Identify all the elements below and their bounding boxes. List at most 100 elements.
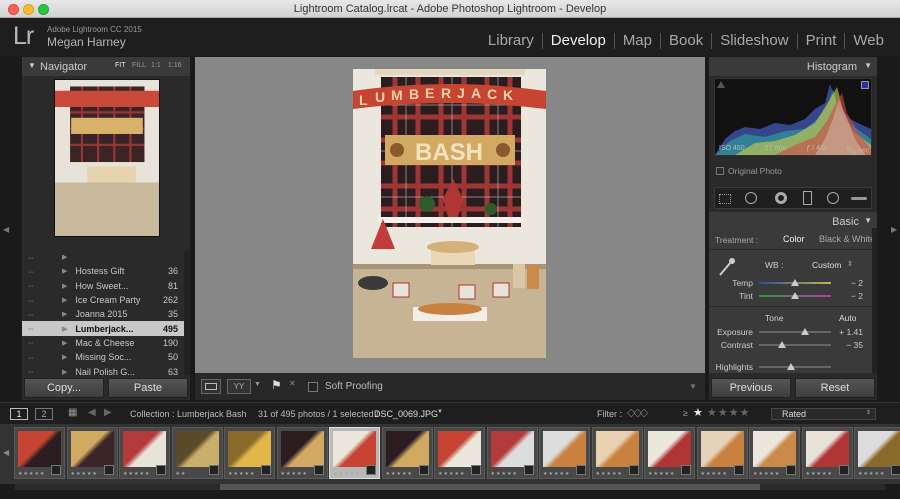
filename-chevron-icon[interactable]: ▼ [437, 409, 443, 415]
collapse-triangle-icon[interactable]: ▼ [864, 61, 872, 70]
filmstrip-thumbnail[interactable]: ★★★★★ [224, 427, 275, 479]
graduated-filter-icon[interactable] [803, 191, 812, 205]
paste-button[interactable]: Paste [108, 378, 188, 398]
treatment-black-white[interactable]: Black & White [819, 234, 875, 244]
navigator-preview[interactable] [54, 79, 160, 237]
module-library[interactable]: Library [480, 33, 542, 49]
wb-eyedropper-icon[interactable] [717, 256, 737, 278]
filmstrip-thumbnail[interactable]: ★★★★★ [381, 427, 433, 479]
soft-proofing-checkbox[interactable] [308, 382, 318, 392]
module-book[interactable]: Book [660, 33, 711, 49]
exposure-slider-handle[interactable] [801, 328, 810, 335]
selected-filename[interactable]: DSC_0069.JPG [374, 409, 438, 419]
filmstrip-thumbnail[interactable]: ★★★★★ [119, 427, 170, 479]
disclosure-triangle-icon[interactable]: ▶ [62, 339, 67, 347]
histogram-display[interactable]: ISO 450 27 mm ƒ / 4.0 1/15 sec [714, 78, 872, 157]
previous-button[interactable]: Previous [711, 378, 791, 398]
filmstrip-scroll-thumb[interactable] [220, 484, 760, 490]
crop-tool-icon[interactable] [719, 194, 731, 204]
radial-filter-icon[interactable] [827, 192, 839, 204]
before-after-icon[interactable]: YY [227, 379, 251, 394]
disclosure-triangle-icon[interactable]: ▶ [62, 282, 67, 290]
shadow-clipping-indicator-icon[interactable] [717, 81, 725, 88]
filmstrip-thumbnail[interactable]: ★★★★★ [591, 427, 643, 479]
collapse-triangle-icon[interactable]: ▼ [28, 61, 36, 70]
wb-dropdown-chevron-icon[interactable]: ⇕ [847, 260, 853, 268]
tint-value[interactable]: − 2 [839, 291, 865, 301]
filmstrip-thumbnail[interactable]: ★★★★★ [749, 427, 800, 479]
highlights-slider[interactable] [759, 363, 831, 370]
image-canvas[interactable]: LUMBERJACK BASH [195, 57, 705, 373]
secondary-window-button[interactable]: 2 [35, 408, 53, 420]
disclosure-triangle-icon[interactable]: ▶ [62, 325, 67, 333]
collection-row[interactable]: ⇔ ▶ Mac & Cheese 190 [22, 336, 190, 350]
tone-auto-button[interactable]: Auto [839, 313, 857, 323]
forward-arrow-icon[interactable]: ▶ [104, 407, 112, 418]
filmstrip-thumbnail[interactable]: ★★★★★ [801, 427, 853, 479]
collection-row[interactable]: ⇔ ▶ Joanna 2015 35 [22, 307, 190, 321]
rating-star-filled-icon[interactable]: ★ [693, 406, 703, 419]
right-panel-scrollbar[interactable] [872, 228, 877, 373]
filmstrip-scrollbar[interactable] [15, 484, 885, 490]
tint-slider-handle[interactable] [791, 292, 799, 299]
dropdown-chevron-icon[interactable]: ⇕ [866, 409, 871, 416]
temp-value[interactable]: − 2 [839, 278, 865, 288]
filmstrip-thumbnail[interactable]: ★★★★★ [66, 427, 118, 479]
contrast-slider[interactable] [759, 341, 831, 348]
filmstrip-thumbnail[interactable]: ★★★★★ [486, 427, 538, 479]
module-print[interactable]: Print [796, 33, 845, 49]
collection-row[interactable]: ⇔ ▶ How Sweet... 81 [22, 279, 190, 293]
module-slideshow[interactable]: Slideshow [711, 33, 796, 49]
highlight-clipping-indicator-icon[interactable] [861, 81, 869, 89]
grid-view-icon[interactable]: ▦ [68, 407, 77, 418]
collections-scrollbar[interactable] [184, 250, 190, 375]
collection-row[interactable]: ⇔ ▶ Hostess Gift 36 [22, 264, 190, 278]
module-develop[interactable]: Develop [541, 33, 614, 49]
exposure-value[interactable]: + 1.41 [839, 327, 865, 337]
spot-removal-icon[interactable] [745, 192, 757, 204]
histogram-header[interactable]: Histogram ▼ [709, 57, 877, 76]
collection-row[interactable]: ⇔ ▶ [22, 250, 190, 264]
filmstrip-thumbnail[interactable]: ★★★★★ [539, 427, 590, 479]
filmstrip-thumbnail[interactable]: ★★ [171, 427, 223, 479]
collection-row-selected[interactable]: ⇔ ▶ Lumberjack... 495 [22, 321, 190, 336]
copy-button[interactable]: Copy... [24, 378, 104, 398]
wb-dropdown[interactable]: Custom [812, 260, 841, 270]
temp-slider-handle[interactable] [791, 279, 799, 286]
disclosure-triangle-icon[interactable]: ▶ [62, 253, 67, 261]
filmstrip-left-icon[interactable]: ◀ [3, 448, 9, 457]
collection-source[interactable]: Collection : Lumberjack Bash [130, 409, 247, 419]
original-photo-checkbox[interactable] [716, 167, 724, 175]
filmstrip-thumbnail-selected[interactable]: ★★★★★ [329, 427, 380, 479]
disclosure-triangle-icon[interactable]: ▶ [62, 310, 67, 318]
toolbar-content-chevron-icon[interactable]: ▼ [689, 382, 697, 391]
temp-slider[interactable] [759, 279, 831, 286]
rating-stars-empty-icon[interactable]: ★★★★ [707, 406, 750, 419]
module-web[interactable]: Web [844, 33, 892, 49]
chevron-down-icon[interactable]: ▼ [254, 381, 261, 388]
right-panel-toggle-icon[interactable]: ▶ [891, 225, 897, 234]
zoom-fit[interactable]: FIT [115, 62, 126, 69]
flag-icon[interactable]: ⚑ [271, 378, 282, 392]
filter-flags-icon[interactable]: ◇◇◇ [627, 406, 648, 419]
disclosure-triangle-icon[interactable]: ▶ [62, 368, 67, 376]
filter-preset-dropdown[interactable]: Rated [771, 408, 876, 420]
collection-row[interactable]: ⇔ ▶ Ice Cream Party 262 [22, 293, 190, 307]
reject-flag-icon[interactable]: ✕ [289, 379, 296, 388]
reset-button[interactable]: Reset [795, 378, 875, 398]
zoom-1-16[interactable]: 1:16 [168, 62, 182, 69]
contrast-slider-handle[interactable] [778, 341, 787, 348]
rating-operator-icon[interactable]: ≥ [683, 408, 688, 418]
exposure-slider[interactable] [759, 328, 831, 335]
treatment-color[interactable]: Color [783, 234, 805, 244]
red-eye-icon[interactable] [775, 192, 787, 204]
highlights-slider-handle[interactable] [787, 363, 796, 370]
loupe-view-icon[interactable] [201, 379, 221, 394]
adjustment-brush-icon[interactable] [851, 197, 867, 200]
filmstrip-thumbnail[interactable]: ★★★★★ [434, 427, 485, 479]
left-panel-toggle-icon[interactable]: ◀ [3, 225, 9, 234]
tint-slider[interactable] [759, 292, 831, 299]
module-map[interactable]: Map [613, 33, 660, 49]
main-photo[interactable]: LUMBERJACK BASH [353, 69, 546, 358]
disclosure-triangle-icon[interactable]: ▶ [62, 267, 67, 275]
